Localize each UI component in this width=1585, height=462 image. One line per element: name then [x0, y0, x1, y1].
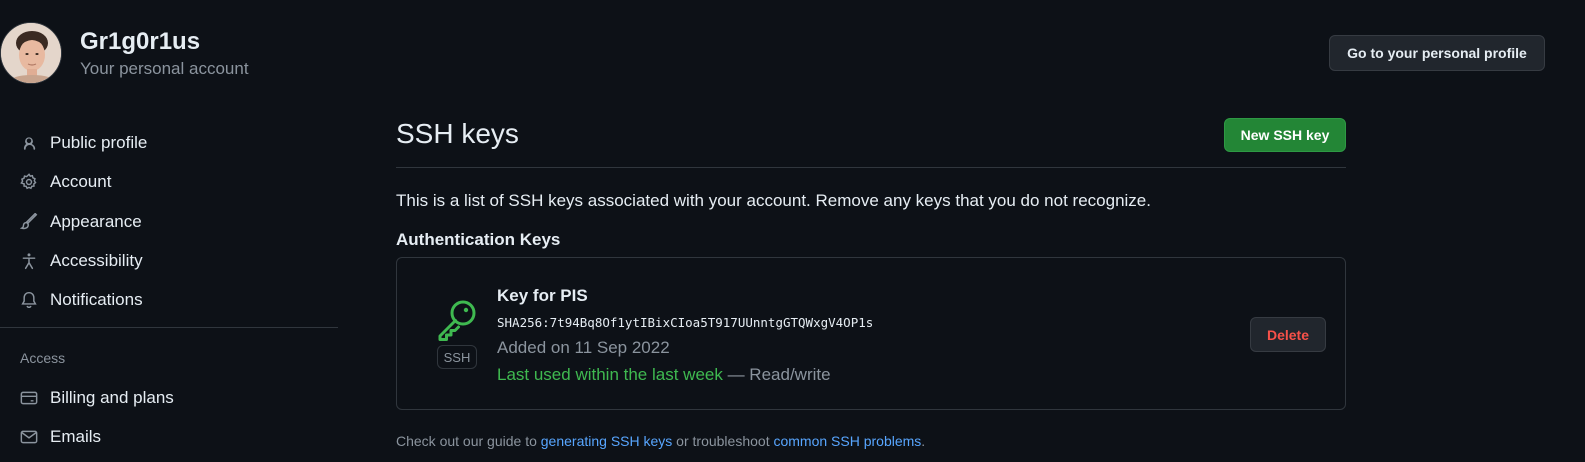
- sidebar-item-appearance[interactable]: Appearance: [0, 204, 338, 240]
- authentication-keys-heading: Authentication Keys: [396, 230, 561, 249]
- sidebar-item-label: Billing and plans: [50, 388, 174, 407]
- go-to-profile-button[interactable]: Go to your personal profile: [1329, 35, 1545, 71]
- page-title: SSH keys: [396, 118, 519, 149]
- credit-card-icon: [20, 389, 38, 407]
- key-title: Key for PIS: [497, 286, 588, 305]
- bell-icon: [20, 291, 38, 309]
- sidebar-item-label: Appearance: [50, 212, 142, 231]
- key-added-date: Added on 11 Sep 2022: [497, 338, 670, 357]
- help-note-prefix: Check out our guide to: [396, 433, 541, 449]
- sidebar-item-label: Account: [50, 172, 112, 191]
- sidebar-item-label: Accessibility: [50, 251, 143, 270]
- avatar[interactable]: [0, 22, 62, 84]
- key-icon: [435, 296, 481, 342]
- gear-icon: [20, 173, 38, 191]
- mail-icon: [20, 428, 38, 446]
- ssh-key-item: SSH Key for PIS SHA256:7t94Bq8Of1ytIBixC…: [396, 257, 1346, 410]
- account-header: Gr1g0r1us Your personal account Go to yo…: [0, 0, 1585, 100]
- person-icon: [20, 134, 38, 152]
- delete-key-button[interactable]: Delete: [1250, 317, 1326, 352]
- sidebar-item-notifications[interactable]: Notifications: [0, 282, 338, 318]
- sidebar-item-billing[interactable]: Billing and plans: [0, 380, 338, 416]
- key-last-used: Last used within the last week: [497, 365, 723, 384]
- account-username: Gr1g0r1us: [80, 28, 201, 55]
- help-note-middle: or troubleshoot: [672, 433, 774, 449]
- sidebar-item-emails[interactable]: Emails: [0, 419, 338, 455]
- help-note: Check out our guide to generating SSH ke…: [396, 433, 925, 449]
- sidebar-item-public-profile[interactable]: Public profile: [0, 125, 338, 161]
- common-ssh-problems-link[interactable]: common SSH problems: [773, 433, 921, 449]
- paintbrush-icon: [20, 213, 38, 231]
- sidebar-item-account[interactable]: Account: [0, 164, 338, 200]
- help-note-suffix: .: [921, 433, 926, 449]
- new-ssh-key-button[interactable]: New SSH key: [1224, 118, 1346, 152]
- title-divider: [396, 167, 1346, 168]
- sidebar-item-accessibility[interactable]: Accessibility: [0, 243, 338, 279]
- ssh-badge: SSH: [437, 345, 477, 369]
- account-subtitle: Your personal account: [80, 59, 249, 78]
- key-usage: Last used within the last week — Read/wr…: [497, 365, 831, 385]
- key-access-level: — Read/write: [722, 365, 831, 384]
- sidebar-item-label: Emails: [50, 427, 102, 446]
- sidebar-item-label: Notifications: [50, 290, 143, 309]
- page-description: This is a list of SSH keys associated wi…: [396, 191, 1151, 210]
- sidebar-item-label: Public profile: [50, 133, 148, 152]
- sidebar-divider: [0, 327, 338, 328]
- accessibility-icon: [20, 252, 38, 270]
- sidebar-heading-access: Access: [20, 350, 66, 366]
- generating-ssh-keys-link[interactable]: generating SSH keys: [541, 433, 673, 449]
- key-fingerprint: SHA256:7t94Bq8Of1ytIBixCIoa5T917UUnntgGT…: [497, 315, 874, 330]
